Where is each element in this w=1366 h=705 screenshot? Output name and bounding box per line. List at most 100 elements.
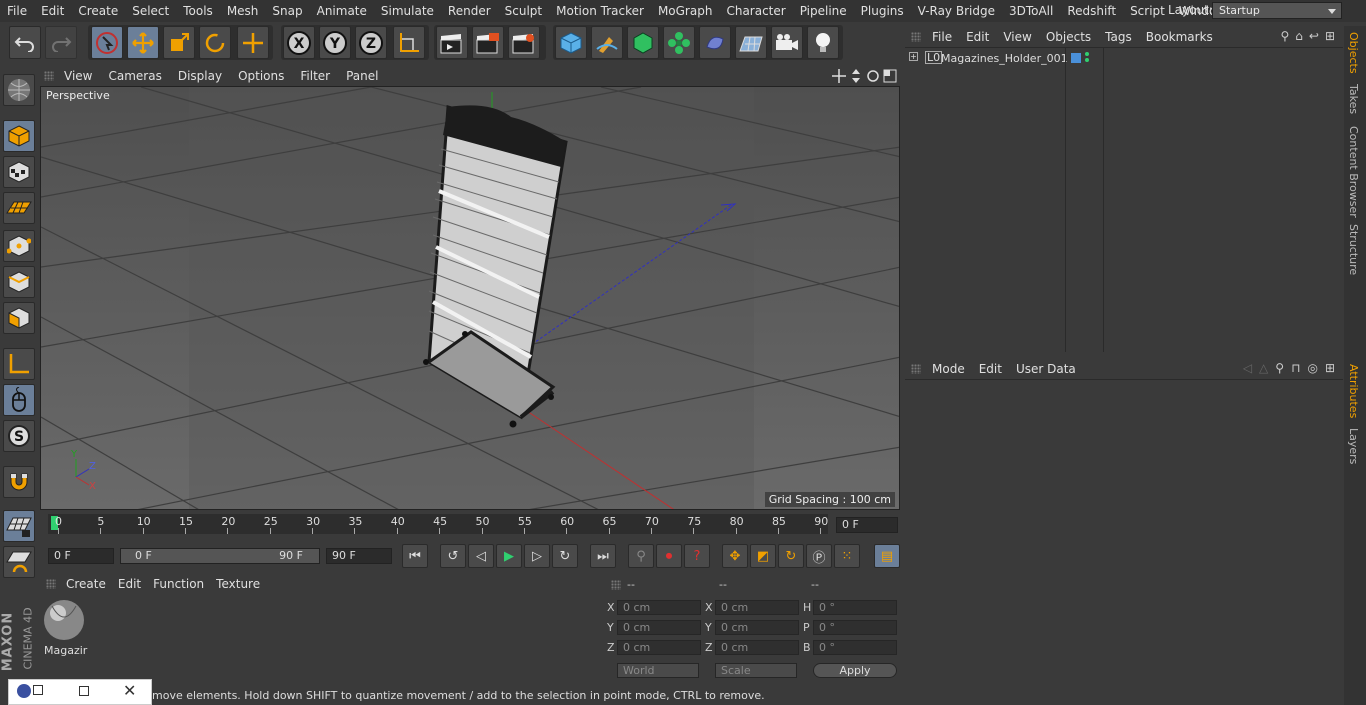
previous-frame-button[interactable]: ◁ [468, 544, 494, 568]
subdivision-button[interactable] [627, 26, 659, 59]
workplane-button[interactable] [3, 192, 35, 224]
apply-button[interactable]: Apply [813, 663, 897, 678]
object-menu-view[interactable]: View [996, 30, 1038, 44]
recent-tools-button[interactable] [237, 26, 269, 59]
go-to-end-button[interactable]: ⏭ [590, 544, 616, 568]
material-swatch[interactable]: Magazir [42, 598, 87, 657]
object-menu-bookmarks[interactable]: Bookmarks [1139, 30, 1220, 44]
back-icon[interactable]: ↩ [1309, 29, 1319, 43]
expand-icon[interactable]: + [909, 52, 918, 61]
coord-value-field[interactable]: 0 cm [617, 640, 701, 655]
attribute-menu-edit[interactable]: Edit [972, 362, 1009, 376]
start-frame-field[interactable]: 0 F [48, 548, 114, 564]
keyframe-selection-button[interactable]: ? [684, 544, 710, 568]
up-arrow-icon[interactable]: △ [1259, 361, 1268, 375]
key-position-button[interactable]: ✥ [722, 544, 748, 568]
new-window-icon[interactable]: ⊞ [1325, 361, 1335, 375]
viewport-menu-options[interactable]: Options [230, 69, 292, 83]
pan-icon[interactable] [832, 69, 846, 83]
material-menu-edit[interactable]: Edit [112, 577, 147, 591]
coordinate-space-select[interactable]: World [617, 663, 699, 678]
menu-mograph[interactable]: MoGraph [651, 4, 720, 18]
menu-mesh[interactable]: Mesh [220, 4, 266, 18]
viewport-menu-display[interactable]: Display [170, 69, 230, 83]
object-menu-file[interactable]: File [925, 30, 959, 44]
viewport-menu-view[interactable]: View [56, 69, 100, 83]
rotate-button[interactable] [199, 26, 231, 59]
z-axis-lock-button[interactable]: Z [355, 26, 387, 59]
menu-select[interactable]: Select [125, 4, 176, 18]
menu-render[interactable]: Render [441, 4, 498, 18]
play-button[interactable]: ▶ [496, 544, 522, 568]
search-icon[interactable]: ⚲ [1280, 29, 1289, 43]
coord-value-field[interactable]: 0 cm [617, 620, 701, 635]
back-arrow-icon[interactable]: ◁ [1243, 361, 1252, 375]
previous-key-button[interactable]: ↺ [440, 544, 466, 568]
perspective-viewport[interactable]: Y Z X Perspective Grid Spacing : 100 cm [40, 86, 900, 510]
next-frame-button[interactable]: ▷ [524, 544, 550, 568]
edges-mode-button[interactable] [3, 266, 35, 298]
menu-plugins[interactable]: Plugins [854, 4, 911, 18]
key-param-button[interactable]: Ⓟ [806, 544, 832, 568]
light-button[interactable] [807, 26, 839, 59]
model-mode-button[interactable] [3, 120, 35, 152]
attribute-menu-mode[interactable]: Mode [925, 362, 972, 376]
render-settings-button[interactable] [508, 26, 540, 59]
timeline-window-button[interactable]: ▤ [874, 544, 900, 568]
viewport-menu-cameras[interactable]: Cameras [100, 69, 169, 83]
column-divider[interactable] [1103, 48, 1104, 352]
menu-snap[interactable]: Snap [265, 4, 309, 18]
floor-button[interactable] [735, 26, 767, 59]
menu-animate[interactable]: Animate [310, 4, 374, 18]
coord-value-field[interactable]: 0 ° [813, 640, 897, 655]
menu-redshift[interactable]: Redshift [1060, 4, 1123, 18]
attribute-menu-user-data[interactable]: User Data [1009, 362, 1083, 376]
material-menu-function[interactable]: Function [147, 577, 210, 591]
key-pla-button[interactable]: ⁙ [834, 544, 860, 568]
end-frame-field[interactable]: 90 F [326, 548, 392, 564]
menu-file[interactable]: File [0, 4, 34, 18]
polygons-mode-button[interactable] [3, 302, 35, 334]
menu-sculpt[interactable]: Sculpt [498, 4, 549, 18]
tab-takes[interactable]: Takes [1347, 84, 1360, 114]
coord-value-field[interactable]: 0 cm [715, 640, 799, 655]
deformer-button[interactable] [699, 26, 731, 59]
tab-structure[interactable]: Structure [1347, 224, 1360, 275]
object-menu-objects[interactable]: Objects [1039, 30, 1098, 44]
layer-color-icon[interactable] [1071, 53, 1081, 63]
object-menu-edit[interactable]: Edit [959, 30, 996, 44]
preview-range-slider[interactable]: 0 F 90 F [120, 548, 320, 564]
magnet-button[interactable] [3, 466, 35, 498]
x-axis-lock-button[interactable]: X [283, 26, 315, 59]
menu-3dtoall[interactable]: 3DToAll [1002, 4, 1060, 18]
visibility-dots-icon[interactable] [1085, 52, 1089, 56]
current-frame-field[interactable]: 0 F [836, 517, 898, 533]
menu-character[interactable]: Character [719, 4, 792, 18]
timeline-ruler[interactable]: 0 5 10 15 20 25 30 35 40 45 50 55 60 65 70 75 80 85 90 [48, 514, 828, 534]
tab-layers[interactable]: Layers [1347, 428, 1360, 464]
tab-objects[interactable]: Objects [1347, 32, 1360, 74]
next-key-button[interactable]: ↻ [552, 544, 578, 568]
cube-button[interactable] [555, 26, 587, 59]
material-menu-create[interactable]: Create [60, 577, 112, 591]
layout-select[interactable]: Startup [1212, 2, 1342, 19]
live-selection-button[interactable] [91, 26, 123, 59]
points-mode-button[interactable] [3, 230, 35, 262]
pen-button[interactable] [591, 26, 623, 59]
coord-value-field[interactable]: 0 cm [617, 600, 701, 615]
coord-value-field[interactable]: 0 ° [813, 600, 897, 615]
object-menu-tags[interactable]: Tags [1098, 30, 1139, 44]
target-icon[interactable]: ◎ [1307, 361, 1317, 375]
texture-mode-button[interactable] [3, 156, 35, 188]
record-keys-button[interactable]: ⚲ [628, 544, 654, 568]
menu-v-ray-bridge[interactable]: V-Ray Bridge [911, 4, 1002, 18]
menu-edit[interactable]: Edit [34, 4, 71, 18]
menu-create[interactable]: Create [71, 4, 125, 18]
y-axis-lock-button[interactable]: Y [319, 26, 351, 59]
snap-settings-button[interactable] [3, 546, 35, 578]
axis-mode-button[interactable] [3, 348, 35, 380]
key-rotation-button[interactable]: ↻ [778, 544, 804, 568]
coord-value-field[interactable]: 0 ° [813, 620, 897, 635]
undo-button[interactable] [9, 26, 41, 59]
home-icon[interactable]: ⌂ [1295, 29, 1303, 43]
